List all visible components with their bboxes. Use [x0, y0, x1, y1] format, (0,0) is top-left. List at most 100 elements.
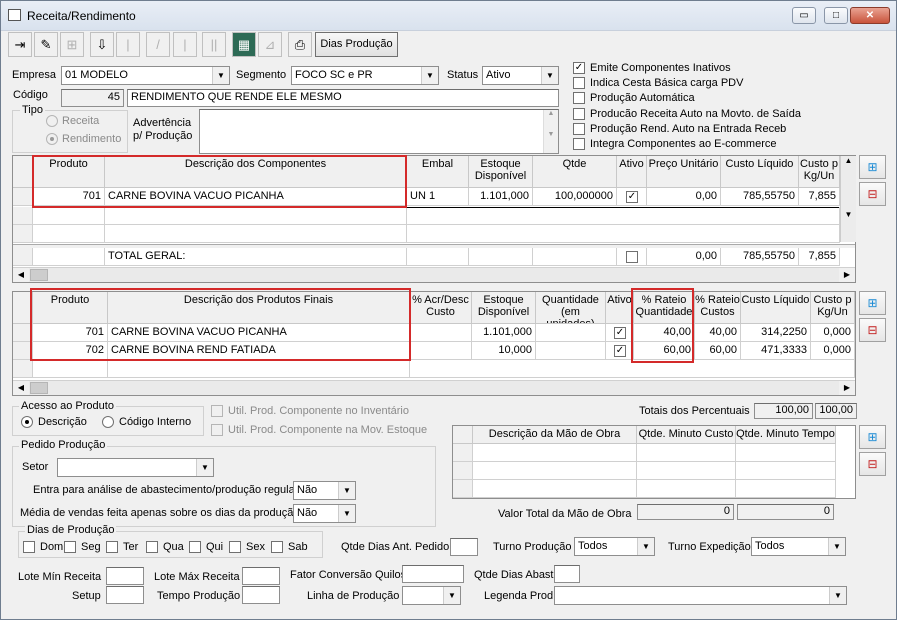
col-rateio-custos[interactable]: % Rateio Custos [695, 292, 741, 324]
cell-acr-desc[interactable] [410, 324, 472, 342]
util-mov-checkbox[interactable] [211, 424, 223, 436]
exit-icon[interactable]: ⇥ [8, 32, 32, 57]
empresa-select[interactable]: 01 MODELO ▼ [61, 66, 230, 85]
ativo-checkbox[interactable]: ✓ [614, 327, 626, 339]
add-row-icon[interactable]: ⊞ [859, 155, 886, 179]
cell-empty[interactable] [473, 462, 637, 480]
cell-empty[interactable] [736, 462, 836, 480]
spreadsheet-icon[interactable]: ▦ [232, 32, 256, 57]
ativo-checkbox[interactable]: ✓ [626, 191, 638, 203]
scroll-right-icon[interactable]: ▶ [839, 268, 855, 282]
col-preco[interactable]: Preço Unitário [647, 156, 721, 188]
minimize-button[interactable]: ▭ [792, 7, 816, 24]
cell-estoque[interactable]: 1.101,000 [469, 188, 533, 206]
descricao-field[interactable]: RENDIMENTO QUE RENDE ELE MESMO [127, 89, 559, 107]
last-record-icon[interactable]: || [202, 32, 226, 57]
remove-row-icon[interactable]: ⊟ [859, 452, 886, 476]
entra-analise-select[interactable]: Não ▼ [293, 481, 356, 500]
dia-checkbox[interactable] [271, 541, 283, 553]
cell-empty[interactable] [105, 207, 407, 225]
qtde-dias-abast-field[interactable] [554, 565, 580, 583]
cell-preco[interactable]: 0,00 [647, 188, 721, 206]
dia-checkbox[interactable] [229, 541, 241, 553]
fator-conversao-field[interactable] [402, 565, 464, 583]
cell-empty[interactable] [105, 225, 407, 243]
close-button[interactable]: ✕ [850, 7, 890, 24]
cell-empty[interactable] [736, 480, 836, 498]
cell-ativo[interactable]: ✓ [606, 324, 634, 342]
scroll-right-icon[interactable]: ▶ [839, 381, 855, 395]
cell-rateio-custos[interactable]: 60,00 [695, 342, 741, 360]
maximize-button[interactable]: □ [824, 7, 848, 24]
col-embal[interactable]: Embal [407, 156, 469, 188]
cell-ativo[interactable]: ✓ [606, 342, 634, 360]
cell-qtde[interactable]: 100,000000 [533, 188, 617, 206]
final-products-hscroll[interactable]: ◀ ▶ [13, 380, 855, 395]
advertencia-textarea[interactable]: ▲ ▼ [199, 109, 559, 154]
col-minuto-tempo[interactable]: Qtde. Minuto Tempo [736, 426, 836, 444]
col-qtde[interactable]: Qtde [533, 156, 617, 188]
ruler-icon[interactable]: ⊿ [258, 32, 282, 57]
dia-checkbox[interactable] [146, 541, 158, 553]
cell-empty[interactable] [33, 207, 105, 225]
eraser-icon[interactable]: ✎ [34, 32, 58, 57]
util-inventario-checkbox[interactable] [211, 405, 223, 417]
dia-checkbox[interactable] [189, 541, 201, 553]
cell-empty[interactable] [637, 480, 736, 498]
cell-custo-kg[interactable]: 0,000 [811, 324, 855, 342]
col-custo[interactable]: Custo Líquido [741, 292, 811, 324]
scroll-thumb[interactable] [30, 382, 48, 394]
tipo-rendimento-radio[interactable] [46, 133, 58, 145]
cell-empty[interactable] [33, 360, 108, 378]
cell-quantidade[interactable] [536, 342, 606, 360]
col-acr-desc[interactable]: % Acr/Desc Custo [410, 292, 472, 324]
cell-empty[interactable] [407, 225, 840, 243]
scroll-left-icon[interactable]: ◀ [13, 268, 29, 282]
cell-quantidade[interactable] [536, 324, 606, 342]
cell-custo[interactable]: 785,55750 [721, 188, 799, 206]
col-quantidade[interactable]: Quantidade (em unidades) [536, 292, 606, 324]
acesso-codigo-radio[interactable] [102, 416, 114, 428]
cell-empty[interactable] [33, 225, 105, 243]
col-ativo[interactable]: Ativo [606, 292, 634, 324]
acesso-descricao-radio[interactable] [21, 416, 33, 428]
legenda-prod-select[interactable]: ▼ [554, 586, 847, 605]
dia-checkbox[interactable] [64, 541, 76, 553]
next-record-icon[interactable]: | [173, 32, 197, 57]
components-vscroll[interactable]: ▲ ▼ [840, 156, 856, 242]
remove-row-icon[interactable]: ⊟ [859, 318, 886, 342]
dia-checkbox[interactable] [23, 541, 35, 553]
codigo-field[interactable]: 45 [61, 89, 124, 107]
cell-acr-desc[interactable] [410, 342, 472, 360]
status-select[interactable]: Ativo ▼ [482, 66, 559, 85]
printer-icon[interactable]: ⎙ [288, 32, 312, 57]
media-vendas-select[interactable]: Não ▼ [293, 504, 356, 523]
option-checkbox[interactable] [573, 107, 585, 120]
col-mao-obra-descricao[interactable]: Descrição da Mão de Obra [473, 426, 637, 444]
col-minuto-custo[interactable]: Qtde. Minuto Custo [637, 426, 736, 444]
cell-estoque[interactable]: 10,000 [472, 342, 536, 360]
textarea-scrollbar[interactable]: ▲ ▼ [543, 110, 558, 153]
lote-max-field[interactable] [242, 567, 280, 585]
col-custo[interactable]: Custo Líquido [721, 156, 799, 188]
qtde-dias-ant-field[interactable] [450, 538, 478, 556]
cell-custo-kg[interactable]: 0,000 [811, 342, 855, 360]
remove-row-icon[interactable]: ⊟ [859, 182, 886, 206]
option-checkbox[interactable] [573, 77, 585, 90]
col-custo-kg[interactable]: Custo p Kg/Un [811, 292, 855, 324]
linha-producao-select[interactable]: ▼ [402, 586, 461, 605]
cell-custo-kg[interactable]: 7,855 [799, 188, 840, 206]
first-record-icon[interactable]: | [116, 32, 140, 57]
cell-empty[interactable] [637, 462, 736, 480]
col-custo-kg[interactable]: Custo p Kg/Un [799, 156, 840, 188]
tempo-producao-field[interactable] [242, 586, 280, 604]
cell-empty[interactable] [473, 444, 637, 462]
cell-empty[interactable] [108, 360, 410, 378]
lote-min-field[interactable] [106, 567, 144, 585]
col-estoque[interactable]: Estoque Disponível [472, 292, 536, 324]
scroll-thumb[interactable] [30, 269, 48, 281]
hierarchy-icon[interactable]: ⊞ [60, 32, 84, 57]
scroll-left-icon[interactable]: ◀ [13, 381, 29, 395]
setup-field[interactable] [106, 586, 144, 604]
download-icon[interactable]: ⇩ [90, 32, 114, 57]
